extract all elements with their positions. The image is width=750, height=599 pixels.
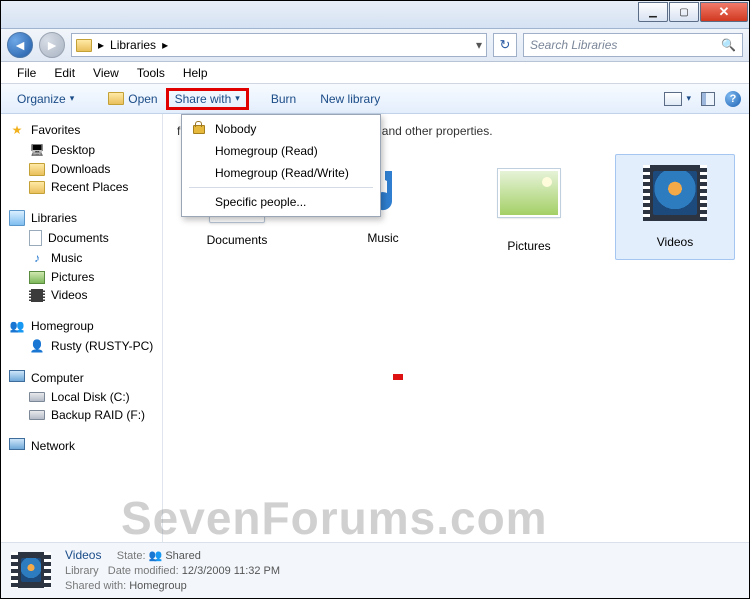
maximize-icon: ▢ <box>679 7 688 18</box>
shared-icon: 👥 <box>149 550 163 562</box>
separator <box>189 187 373 188</box>
breadcrumb-sep-icon: ▸ <box>98 38 104 52</box>
document-icon <box>29 230 42 246</box>
details-shared-label: Shared with: <box>65 580 126 592</box>
tree-computer[interactable]: Computer <box>5 368 158 388</box>
new-library-button[interactable]: New library <box>312 89 388 109</box>
tree-downloads[interactable]: Downloads <box>5 160 158 178</box>
share-nobody[interactable]: Nobody <box>185 118 377 140</box>
pictures-icon <box>498 169 560 217</box>
computer-icon <box>9 370 25 386</box>
tree-videos[interactable]: Videos <box>5 286 158 304</box>
share-homegroup-read[interactable]: Homegroup (Read) <box>185 140 377 162</box>
refresh-button[interactable]: ↻ <box>493 33 517 57</box>
forward-button[interactable]: ► <box>39 32 65 58</box>
menu-file[interactable]: File <box>9 64 44 82</box>
tree-backup-raid[interactable]: Backup RAID (F:) <box>5 406 158 424</box>
details-shared-value: Homegroup <box>129 580 186 592</box>
breadcrumb-root[interactable]: Libraries <box>110 38 156 52</box>
minimize-icon: ▁ <box>649 7 657 18</box>
menu-bar: File Edit View Tools Help <box>1 62 749 84</box>
menu-tools[interactable]: Tools <box>129 64 173 82</box>
view-icon <box>664 92 682 106</box>
menu-edit[interactable]: Edit <box>46 64 83 82</box>
maximize-button[interactable]: ▢ <box>669 2 699 22</box>
video-icon <box>29 289 45 302</box>
burn-button[interactable]: Burn <box>263 89 304 109</box>
organize-button[interactable]: Organize <box>9 89 82 109</box>
view-mode-button[interactable]: ▾ <box>664 92 691 106</box>
tree-network[interactable]: Network <box>5 436 158 456</box>
details-title: Videos <box>65 548 101 562</box>
breadcrumb-dropdown-icon[interactable]: ▾ <box>476 38 482 52</box>
titlebar: ▁ ▢ ✕ <box>1 1 749 29</box>
folder-icon <box>29 163 45 176</box>
share-with-button[interactable]: Share with <box>166 88 249 110</box>
picture-icon <box>29 271 45 284</box>
menu-view[interactable]: View <box>85 64 127 82</box>
close-button[interactable]: ✕ <box>700 2 748 22</box>
libraries-icon <box>9 210 25 226</box>
star-icon: ★ <box>9 122 25 138</box>
share-specific-people[interactable]: Specific people... <box>185 191 377 213</box>
tree-pictures[interactable]: Pictures <box>5 268 158 286</box>
tree-local-disk[interactable]: Local Disk (C:) <box>5 388 158 406</box>
tree-rusty[interactable]: 👤Rusty (RUSTY-PC) <box>5 336 158 356</box>
open-icon <box>108 92 124 105</box>
details-thumbnail <box>11 552 51 590</box>
breadcrumb-folder-icon <box>76 39 92 52</box>
tree-desktop[interactable]: 🖥Desktop <box>5 140 158 160</box>
library-videos[interactable]: Videos <box>615 154 735 260</box>
tree-libraries[interactable]: Libraries <box>5 208 158 228</box>
breadcrumb-sep-icon: ▸ <box>162 38 168 52</box>
desktop-icon: 🖥 <box>29 142 45 158</box>
details-type: Library <box>65 565 99 577</box>
tree-recent-places[interactable]: Recent Places <box>5 178 158 196</box>
network-icon <box>9 438 25 454</box>
tree-documents[interactable]: Documents <box>5 228 158 248</box>
nav-tree: ★Favorites 🖥Desktop Downloads Recent Pla… <box>1 114 163 542</box>
preview-pane-button[interactable] <box>701 92 715 106</box>
details-mod-label: Date modified: <box>108 565 179 577</box>
chevron-down-icon: ▾ <box>686 93 691 104</box>
details-mod-value: 12/3/2009 11:32 PM <box>182 565 280 577</box>
videos-icon <box>643 165 707 221</box>
open-button[interactable]: Open <box>100 89 165 109</box>
details-state-label: State: <box>117 550 146 562</box>
nav-bar: ◄ ► ▸ Libraries ▸ ▾ ↻ Search Libraries 🔍 <box>1 29 749 62</box>
menu-help[interactable]: Help <box>175 64 216 82</box>
minimize-button[interactable]: ▁ <box>638 2 668 22</box>
disk-icon <box>29 392 45 402</box>
back-button[interactable]: ◄ <box>7 32 33 58</box>
toolbar: Organize Open Share with Burn New librar… <box>1 84 749 114</box>
share-with-dropdown: Nobody Homegroup (Read) Homegroup (Read/… <box>181 114 381 217</box>
help-button[interactable]: ? <box>725 91 741 107</box>
share-homegroup-readwrite[interactable]: Homegroup (Read/Write) <box>185 162 377 184</box>
search-icon: 🔍 <box>721 38 736 52</box>
person-icon: 👤 <box>29 338 45 354</box>
close-icon: ✕ <box>719 4 730 20</box>
library-pictures[interactable]: Pictures <box>469 154 589 260</box>
music-icon: ♪ <box>29 250 45 266</box>
tree-favorites[interactable]: ★Favorites <box>5 120 158 140</box>
annotation-dot <box>393 374 403 380</box>
breadcrumb[interactable]: ▸ Libraries ▸ ▾ <box>71 33 487 57</box>
search-placeholder: Search Libraries <box>530 38 617 52</box>
details-pane: Videos State: 👥 Shared Library Date modi… <box>1 542 749 598</box>
tree-music[interactable]: ♪Music <box>5 248 158 268</box>
search-input[interactable]: Search Libraries 🔍 <box>523 33 743 57</box>
lock-icon <box>193 121 205 133</box>
tree-homegroup[interactable]: 👥Homegroup <box>5 316 158 336</box>
homegroup-icon: 👥 <box>9 318 25 334</box>
details-state-value: Shared <box>165 550 200 562</box>
folder-icon <box>29 181 45 194</box>
disk-icon <box>29 410 45 420</box>
